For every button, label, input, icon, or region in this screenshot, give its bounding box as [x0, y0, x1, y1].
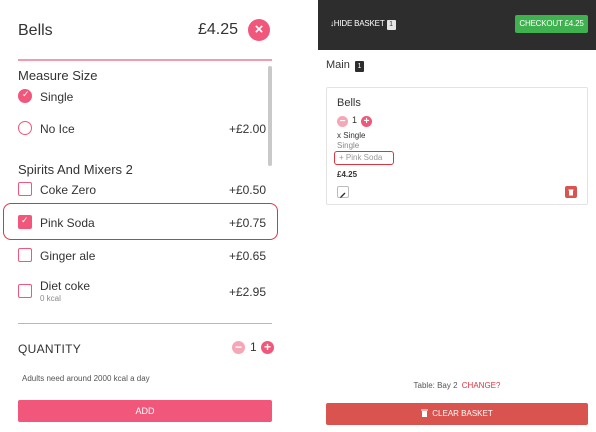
basket-topbar: ↓HIDE BASKET 1 CHECKOUT £4.25 [318, 0, 596, 50]
add-button[interactable]: ADD [18, 400, 272, 422]
option-sublabel: 0 kcal [40, 294, 61, 303]
item-title: Bells [18, 22, 53, 39]
clear-basket-label: CLEAR BASKET [432, 409, 493, 418]
change-table-link[interactable]: CHANGE? [462, 381, 501, 390]
section-label: Main [326, 59, 350, 71]
item-options-panel: Bells £4.25 × Measure Size Single No Ice… [0, 0, 290, 432]
option-label: Single [40, 90, 74, 104]
option-pink-soda[interactable]: Pink Soda +£0.75 [18, 214, 272, 234]
section-count-badge: 1 [354, 61, 364, 72]
option-price: +£2.95 [228, 285, 266, 299]
quantity-value: 1 [250, 340, 257, 354]
checkbox-unchecked-icon[interactable] [18, 248, 32, 262]
quantity-label: QUANTITY [18, 342, 82, 356]
basket-section-title: Main 1 [326, 59, 364, 72]
minus-icon[interactable]: − [337, 116, 348, 127]
scrollbar[interactable] [268, 66, 272, 166]
header-divider [18, 59, 272, 61]
checkbox-unchecked-icon[interactable] [18, 284, 32, 298]
item-header: Bells £4.25 × [18, 18, 272, 46]
radio-checked-icon[interactable] [18, 89, 32, 103]
checkout-button[interactable]: CHECKOUT £4.25 [515, 15, 588, 33]
option-price: +£0.75 [228, 216, 266, 230]
basket-panel: ↓HIDE BASKET 1 CHECKOUT £4.25 Main 1 Bell… [318, 0, 596, 432]
basket-item-measure: x Single [337, 131, 366, 140]
option-label: No Ice [40, 122, 75, 136]
plus-icon[interactable]: + [361, 116, 372, 127]
minus-icon[interactable]: − [232, 341, 245, 354]
kcal-note: Adults need around 2000 kcal a day [22, 374, 150, 383]
option-coke-zero[interactable]: Coke Zero +£0.50 [18, 181, 272, 201]
group-title-spirits-and-mixers: Spirits And Mixers 2 [18, 162, 133, 177]
quantity-stepper: − 1 + [232, 340, 274, 357]
option-diet-coke[interactable]: Diet coke 0 kcal +£2.95 [18, 279, 272, 311]
checkbox-unchecked-icon[interactable] [18, 182, 32, 196]
table-label: Table: Bay 2 [413, 381, 458, 390]
option-label: Coke Zero [40, 183, 97, 197]
clear-basket-button[interactable]: CLEAR BASKET [326, 403, 588, 425]
plus-icon[interactable]: + [261, 341, 274, 354]
hide-basket-button[interactable]: ↓HIDE BASKET 1 [330, 19, 396, 30]
option-label: Pink Soda [40, 216, 95, 230]
basket-item-card: Bells − 1 + x Single Single + Pink Soda … [326, 87, 588, 205]
trash-icon [421, 409, 429, 417]
basket-item-extra: + Pink Soda [339, 153, 383, 162]
close-icon[interactable]: × [248, 19, 270, 41]
hide-basket-label: ↓HIDE BASKET [330, 19, 385, 28]
basket-item-price: £4.25 [337, 170, 358, 179]
quantity-divider [18, 323, 272, 324]
option-label: Diet coke [40, 279, 91, 293]
trash-icon[interactable] [565, 186, 577, 198]
basket-item-measure-detail: Single [337, 141, 360, 150]
basket-item-qty: 1 [352, 115, 358, 125]
edit-icon[interactable] [337, 186, 349, 198]
basket-item-stepper: − 1 + [337, 115, 377, 129]
pencil-icon [340, 192, 346, 198]
basket-count-badge: 1 [386, 20, 396, 30]
trash-glyph-icon [568, 189, 574, 196]
item-price: £4.25 [197, 21, 238, 38]
option-label: Ginger ale [40, 249, 96, 263]
option-single[interactable]: Single [18, 88, 272, 108]
option-price: +£2.00 [228, 122, 266, 136]
checkbox-checked-icon[interactable] [18, 215, 32, 229]
option-price: +£0.50 [228, 183, 266, 197]
option-price: +£0.65 [228, 249, 266, 263]
radio-unchecked-icon[interactable] [18, 121, 32, 135]
table-info: Table: Bay 2 CHANGE? [318, 381, 596, 390]
option-ginger-ale[interactable]: Ginger ale +£0.65 [18, 247, 272, 267]
option-no-ice[interactable]: No Ice +£2.00 [18, 120, 272, 140]
basket-item-extra-highlight: + Pink Soda [334, 151, 394, 165]
group-title-measure-size: Measure Size [18, 68, 98, 83]
basket-item-title: Bells [337, 97, 361, 109]
